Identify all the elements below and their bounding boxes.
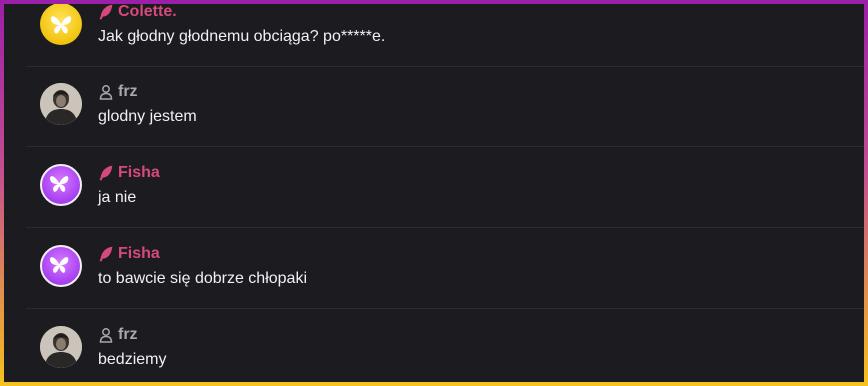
butterfly-icon bbox=[50, 176, 69, 192]
message-text: bedziemy bbox=[98, 351, 167, 368]
feather-icon bbox=[98, 4, 114, 20]
avatar[interactable] bbox=[40, 245, 82, 287]
chat-message[interactable]: Fisha ja nie bbox=[26, 148, 864, 228]
avatar[interactable] bbox=[40, 164, 82, 206]
chat-message[interactable]: Fisha to bawcie się dobrze chłopaki bbox=[26, 229, 864, 309]
message-text: glodny jestem bbox=[98, 108, 197, 125]
message-text: to bawcie się dobrze chłopaki bbox=[98, 270, 308, 287]
butterfly-icon bbox=[50, 16, 72, 34]
chat-message-list: Colette. Jak głodny głodnemu obciąga? po… bbox=[4, 4, 864, 382]
feather-icon bbox=[98, 165, 114, 181]
author-name[interactable]: Fisha bbox=[118, 245, 160, 263]
author-name[interactable]: Fisha bbox=[118, 164, 160, 182]
person-icon bbox=[98, 84, 114, 100]
author-name[interactable]: Colette. bbox=[118, 4, 177, 21]
butterfly-icon bbox=[50, 257, 69, 273]
chat-message[interactable]: Colette. Jak głodny głodnemu obciąga? po… bbox=[26, 4, 864, 67]
avatar[interactable] bbox=[40, 4, 82, 45]
user-photo-image bbox=[40, 83, 82, 125]
avatar[interactable] bbox=[40, 326, 82, 368]
person-icon bbox=[98, 327, 114, 343]
author-name[interactable]: frz bbox=[118, 83, 138, 101]
feather-icon bbox=[98, 246, 114, 262]
message-text: Jak głodny głodnemu obciąga? po*****e. bbox=[98, 28, 386, 45]
chat-message[interactable]: frz bedziemy bbox=[26, 310, 864, 382]
message-text: ja nie bbox=[98, 189, 137, 206]
author-name[interactable]: frz bbox=[118, 326, 138, 344]
chat-message[interactable]: frz glodny jestem bbox=[26, 67, 864, 147]
avatar[interactable] bbox=[40, 83, 82, 125]
user-photo-image bbox=[40, 326, 82, 368]
